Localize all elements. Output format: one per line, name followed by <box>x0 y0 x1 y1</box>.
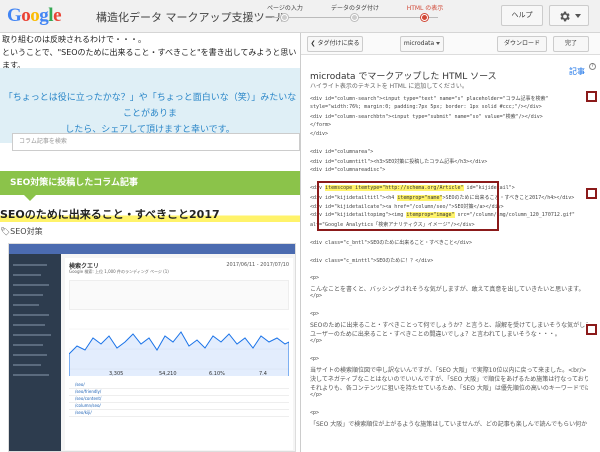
article-category-link[interactable]: 🏷SEO対策 <box>0 226 43 237</box>
done-button[interactable]: 完了 <box>553 36 589 52</box>
report-line-chart <box>69 328 289 376</box>
download-button[interactable]: ダウンロード <box>497 36 547 52</box>
step-html-view[interactable]: HTML の表示 <box>390 4 460 21</box>
intro-text: 取り組むのは反映されるわけで・・・。 ということで、"SEOのために出来ること・… <box>2 33 300 72</box>
scroll-marker[interactable] <box>586 91 597 102</box>
code-line: style="width:76%; margin:0; padding:7px … <box>310 104 542 110</box>
table-row: /seo/kiji/ <box>69 410 289 417</box>
chevron-down-icon <box>575 14 581 18</box>
category-heading-text: SEO対策に投稿したコラム記事 <box>10 178 139 188</box>
code-line: <div class="c_bntl">SEOのために出来ること・すべきこと</… <box>310 240 472 246</box>
logo-letter: g <box>39 5 49 26</box>
step-dot-active <box>421 14 428 21</box>
code-line: それよりも、各コンテンツに狙いを持たせているため、「SEO 大阪」は優先順位の高… <box>310 385 588 392</box>
logo-letter: e <box>53 5 61 26</box>
page-preview-panel[interactable]: 取り組むのは反映されるわけで・・・。 ということで、"SEOのために出来ること・… <box>0 33 300 452</box>
code-line: <p> <box>310 275 320 281</box>
back-to-tagging-button[interactable]: ❮ タグ付けに戻る <box>307 36 363 52</box>
gear-icon <box>560 11 570 22</box>
table-row: /seo/content/ <box>69 396 289 403</box>
article-type-link[interactable]: 記事 <box>569 66 585 77</box>
report-subtitle: Google 検索: 上位 1,000 件のランディング ページ (1) <box>69 269 169 274</box>
scroll-marker[interactable] <box>586 188 597 199</box>
report-date: 2017/06/11 - 2017/07/10 <box>226 262 289 268</box>
code-line: 決してネガティブなことはないのでいいんですが、「SEO 大阪」で順位をあげるため… <box>310 376 588 383</box>
source-toolbar: ❮ タグ付けに戻る microdata ダウンロード 完了 <box>301 33 600 55</box>
schema-highlight-box <box>317 181 499 231</box>
code-line: <div id="column-searchbtn"><input type="… <box>310 114 543 120</box>
banner-text: 「ちょっとは役に立ったかな？」や「ちょっと面白いな（笑）」みたいなことがありま … <box>0 90 300 138</box>
code-line: 当サイトの検索順位図で申し訳ないんですが、「SEO 大阪」で実際10位以内に戻っ… <box>310 367 587 374</box>
code-line: <div id="columnareadisc"> <box>310 167 386 173</box>
table-row: /column/seo/ <box>69 403 289 410</box>
code-line: </div> <box>310 131 329 137</box>
code-line: <p> <box>310 410 320 416</box>
html-source-panel: ❮ タグ付けに戻る microdata ダウンロード 完了 microdata … <box>300 33 600 452</box>
analytics-thumbnail: 検索クエリ Google 検索: 上位 1,000 件のランディング ページ (… <box>8 243 296 452</box>
back-button-label: タグ付けに戻る <box>317 40 360 47</box>
code-line: <p> <box>310 311 320 317</box>
banner-line: 「ちょっとは役に立ったかな？」や「ちょっと面白いな（笑）」みたいなことがありま <box>3 93 297 119</box>
top-bar: Google 構造化データ マークアップ支援ツール ページの入力 データのタグ付… <box>0 0 600 33</box>
format-select-value: microdata <box>403 40 435 47</box>
help-button[interactable]: ヘルプ <box>501 5 543 26</box>
step-dot <box>351 14 358 21</box>
step-data-tagging[interactable]: データのタグ付け <box>320 4 390 21</box>
code-line: 「SEO 大阪」で検索順位が上がるような施策はしていませんが、どの記事も楽しんで… <box>310 421 588 428</box>
source-subtitle: ハイライト表示のテキストを HTML に追加してください。 <box>310 83 468 90</box>
code-line: <div id="columnarea"> <box>310 149 374 155</box>
table-row: /seo/ <box>69 382 289 389</box>
logo-letter: o <box>21 5 31 26</box>
thumbnail-report: 検索クエリ Google 検索: 上位 1,000 件のランディング ページ (… <box>65 258 293 450</box>
intro-line: 取り組むのは反映されるわけで・・・。 <box>2 35 146 44</box>
help-icon[interactable]: ? <box>589 63 596 70</box>
progress-stepper: ページの入力 データのタグ付け HTML の表示 <box>250 4 460 28</box>
category-heading: SEO対策に投稿したコラム記事 <box>0 171 300 201</box>
code-line: こんなことを書くと、バッシングされそうな気がしますが、敢えて真意を出していきたい… <box>310 286 585 293</box>
code-line: <div id="columntitl"><h3>SEO対策に投稿したコラム記事… <box>310 159 488 165</box>
table-row: /seo/friendly/ <box>69 389 289 396</box>
code-line: </p> <box>310 392 323 398</box>
code-line: ユーザーのために出来ること・すべきことの間違いでしょ？と言われてしまいそうな・・… <box>310 331 561 338</box>
heading-arrow <box>24 195 36 201</box>
code-line: <div id="column-search"><input type="tex… <box>310 96 549 102</box>
chevron-down-icon <box>436 42 441 45</box>
scroll-marker[interactable] <box>586 324 597 335</box>
step-page-input[interactable]: ページの入力 <box>250 4 320 21</box>
share-banner: 「ちょっとは役に立ったかな？」や「ちょっと面白いな（笑）」みたいなことがありま … <box>0 68 300 143</box>
google-logo: Google <box>7 5 61 27</box>
format-select[interactable]: microdata <box>400 36 444 52</box>
code-line: <div class="c_minttl">SEOのために！？</div> <box>310 258 434 264</box>
report-filter <box>69 280 289 310</box>
tag-icon: 🏷 <box>0 227 11 236</box>
code-line: </form> <box>310 122 332 128</box>
logo-letter: G <box>7 5 22 26</box>
settings-button[interactable] <box>549 5 589 26</box>
logo-letter: o <box>30 5 40 26</box>
thumbnail-sidebar <box>9 254 61 451</box>
step-dot <box>281 14 288 21</box>
code-line: </p> <box>310 338 323 344</box>
code-line: SEOのために出来ること・すべきことって何でしょうか？と言うと、誤解を受けてしま… <box>310 322 588 329</box>
thumbnail-topbar <box>9 244 295 254</box>
report-totals: 3,305 54,210 6.10% 7.4 <box>109 371 267 377</box>
report-table: /seo/ /seo/friendly/ /seo/content/ /colu… <box>69 382 289 417</box>
column-search-input[interactable]: コラム記事を検索 <box>12 133 300 151</box>
article-tag-label: SEO対策 <box>10 227 43 236</box>
code-line: <p> <box>310 356 320 362</box>
code-line: </p> <box>310 293 323 299</box>
chevron-left-icon: ❮ <box>310 40 316 47</box>
article-title[interactable]: SEOのために出来ること・すべきこと2017 <box>0 208 300 222</box>
